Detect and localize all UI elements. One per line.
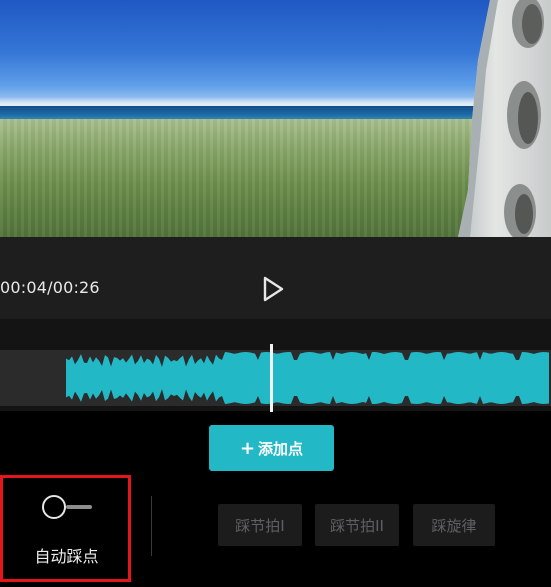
auto-beat-label: 自动踩点 [34,547,99,566]
play-button[interactable] [257,275,287,303]
play-icon [263,276,284,302]
plus-icon: + [239,437,256,459]
audio-waveform-track[interactable] [0,350,551,406]
toggle-knob [42,495,66,519]
add-point-button[interactable]: + 添加点 [209,425,334,471]
audio-waveform [66,352,549,404]
auto-beat-toggle[interactable] [42,495,94,519]
concrete-pillar [458,0,551,237]
video-preview [0,0,551,237]
beat-option-3[interactable]: 踩旋律 [413,504,495,546]
toggle-rail [66,505,92,509]
divider [151,496,152,556]
playback-bar: 00:04/00:26 [0,237,551,319]
add-point-label: 添加点 [258,439,304,458]
waveform-shape [66,352,549,404]
beat-option-2[interactable]: 踩节拍II [315,504,399,546]
beat-option-1[interactable]: 踩节拍I [218,504,302,546]
timecode: 00:04/00:26 [0,278,100,297]
playhead[interactable] [270,344,273,412]
